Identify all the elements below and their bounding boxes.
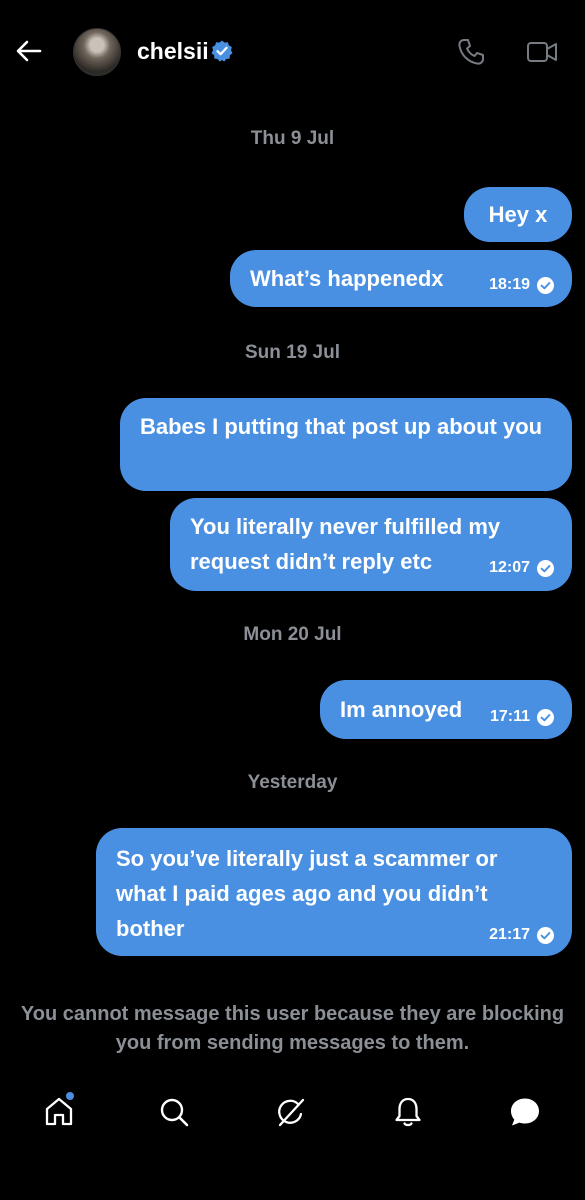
search-icon[interactable] xyxy=(157,1095,191,1129)
message-text: You literally never fulfilled my request… xyxy=(190,514,501,574)
message-timestamp: 18:19 xyxy=(489,276,530,293)
message-bubble[interactable]: Im annoyed 17:11 xyxy=(320,680,572,739)
contact-name[interactable]: chelsii xyxy=(137,36,209,66)
message-timestamp: 17:11 xyxy=(489,708,530,725)
delivered-check-icon xyxy=(537,708,554,726)
grok-icon[interactable] xyxy=(274,1095,308,1129)
notifications-bell-icon[interactable] xyxy=(391,1095,425,1129)
verified-badge-icon xyxy=(211,40,233,62)
message-bubble[interactable]: So you’ve literally just a scammer or wh… xyxy=(96,828,572,956)
avatar[interactable] xyxy=(73,28,121,76)
delivered-check-icon xyxy=(537,276,554,294)
date-separator: Yesterday xyxy=(247,772,338,793)
message-bubble[interactable]: What’s happenedx 18:19 xyxy=(230,250,572,307)
conversation-header: chelsii xyxy=(0,0,585,100)
message-bubble[interactable]: Babes I putting that post up about you xyxy=(120,398,572,491)
blocked-notice: You cannot message this user because the… xyxy=(20,1003,565,1054)
bottom-navigation xyxy=(0,1080,585,1150)
arrow-left-icon[interactable] xyxy=(14,36,44,66)
delivered-check-icon xyxy=(537,926,554,944)
home-icon[interactable] xyxy=(42,1095,76,1129)
message-text: Babes I putting that post up about you xyxy=(140,414,543,439)
notification-dot xyxy=(66,1092,74,1100)
message-bubble[interactable]: Hey x xyxy=(464,187,572,242)
date-separator: Sun 19 Jul xyxy=(244,342,341,363)
message-text: So you’ve literally just a scammer or wh… xyxy=(116,846,498,941)
message-timestamp: 12:07 xyxy=(489,559,530,576)
message-text: Hey x xyxy=(488,202,548,227)
message-bubble[interactable]: You literally never fulfilled my request… xyxy=(170,498,572,591)
video-camera-icon[interactable] xyxy=(526,38,558,66)
delivered-check-icon xyxy=(537,559,554,577)
messages-icon[interactable] xyxy=(508,1095,542,1129)
date-separator: Thu 9 Jul xyxy=(250,128,335,149)
phone-icon[interactable] xyxy=(456,37,486,67)
date-separator: Mon 20 Jul xyxy=(243,624,342,645)
message-timestamp: 21:17 xyxy=(489,926,530,943)
